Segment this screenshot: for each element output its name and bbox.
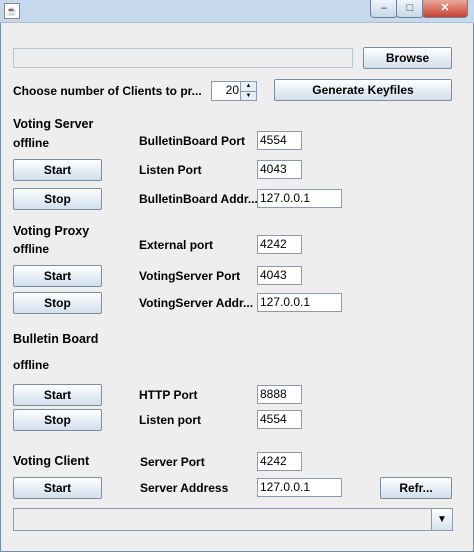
title-bar[interactable]: ☕ – □ ✕ [0, 0, 474, 23]
bulletin-board-start-button[interactable]: Start [13, 384, 102, 406]
voting-client-start-button[interactable]: Start [13, 477, 102, 499]
voting-client-server-port-field[interactable]: 4242 [257, 452, 302, 471]
bulletin-board-listen-port-label: Listen port [139, 413, 201, 427]
voting-server-bb-addr-field[interactable]: 127.0.0.1 [257, 189, 342, 208]
voting-server-bb-addr-label: BulletinBoard Addr... [139, 192, 258, 206]
clients-count-value[interactable]: 20 [226, 83, 239, 97]
bulletin-board-listen-port-field[interactable]: 4554 [257, 410, 302, 429]
voting-server-start-button[interactable]: Start [13, 159, 102, 181]
voting-proxy-vs-port-field[interactable]: 4043 [257, 266, 302, 285]
voting-proxy-title: Voting Proxy [13, 224, 90, 238]
voting-proxy-vs-addr-field[interactable]: 127.0.0.1 [257, 293, 342, 312]
bulletin-board-status: offline [13, 358, 49, 372]
voting-proxy-external-port-label: External port [139, 238, 214, 252]
voting-client-server-port-label: Server Port [140, 455, 205, 469]
voting-proxy-stop-button[interactable]: Stop [13, 292, 102, 314]
voting-server-listen-port-field[interactable]: 4043 [257, 160, 302, 179]
bulletin-board-title: Bulletin Board [13, 332, 99, 346]
bulletin-board-http-port-label: HTTP Port [139, 388, 198, 402]
spinner-up-icon[interactable]: ▲ [241, 82, 256, 92]
voting-server-bb-port-label: BulletinBoard Port [139, 134, 246, 148]
voting-server-title: Voting Server [13, 117, 94, 131]
java-icon: ☕ [4, 3, 20, 19]
bulletin-board-http-port-field[interactable]: 8888 [257, 385, 302, 404]
voting-proxy-vs-addr-label: VotingServer Addr... [139, 296, 254, 310]
voting-server-listen-port-label: Listen Port [139, 163, 202, 177]
voting-proxy-vs-port-label: VotingServer Port [139, 269, 241, 283]
voting-server-status: offline [13, 136, 49, 150]
bulletin-board-stop-button[interactable]: Stop [13, 409, 102, 431]
browse-button[interactable]: Browse [363, 47, 452, 69]
spinner-down-icon[interactable]: ▼ [241, 92, 256, 101]
election-combo-box[interactable]: ▼ [13, 508, 453, 531]
voting-proxy-external-port-field[interactable]: 4242 [257, 235, 302, 254]
close-button[interactable]: ✕ [422, 0, 468, 18]
chevron-down-icon[interactable]: ▼ [431, 509, 452, 530]
generate-keyfiles-button[interactable]: Generate Keyfiles [274, 79, 452, 101]
voting-client-server-addr-field[interactable]: 127.0.0.1 [257, 478, 342, 497]
minimize-button[interactable]: – [370, 0, 398, 18]
voting-server-stop-button[interactable]: Stop [13, 188, 102, 210]
voting-proxy-start-button[interactable]: Start [13, 265, 102, 287]
voting-client-title: Voting Client [13, 454, 90, 468]
clients-count-spinner[interactable]: 20 ▲ ▼ [211, 81, 257, 101]
voting-server-bb-port-field[interactable]: 4554 [257, 131, 302, 150]
maximize-button[interactable]: □ [396, 0, 424, 18]
voting-proxy-status: offline [13, 242, 49, 256]
clients-count-label: Choose number of Clients to pr... [13, 84, 202, 98]
voting-client-server-addr-label: Server Address [140, 481, 229, 495]
keyfile-path-field[interactable] [13, 48, 353, 68]
refresh-button[interactable]: Refr... [380, 477, 452, 499]
